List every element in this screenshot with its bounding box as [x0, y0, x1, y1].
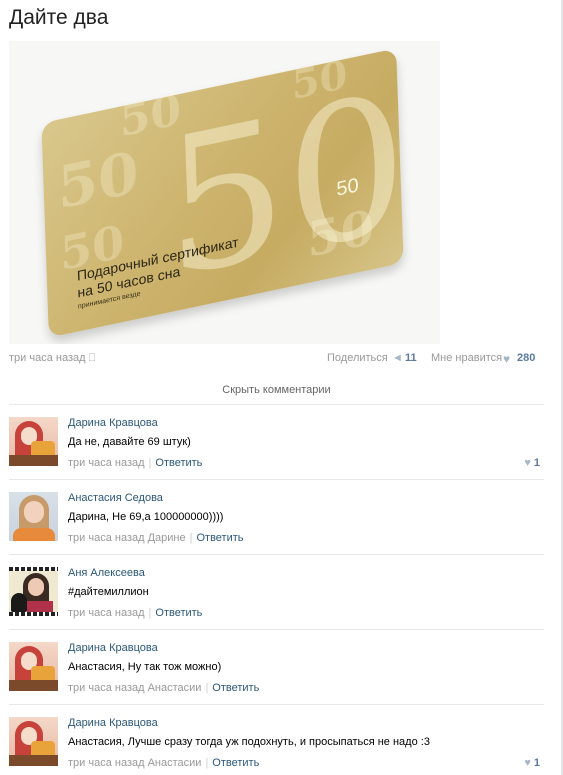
comment-author[interactable]: Аня Алексеева	[68, 567, 145, 579]
post-time[interactable]: три часа назад	[9, 352, 86, 364]
comment-like-count: 1	[533, 457, 540, 469]
comment-like[interactable]: ♥ 1	[524, 457, 540, 469]
comment-item: Дарина Кравцова Анастасия, Ну так тож мо…	[9, 630, 544, 705]
comment-footer: три часа назад Дарине | Ответить	[68, 532, 244, 544]
reply-button[interactable]: Ответить	[155, 607, 202, 619]
avatar[interactable]	[9, 717, 58, 766]
reply-button[interactable]: Ответить	[212, 682, 259, 694]
comment-footer: три часа назад Анастасии | Ответить	[68, 682, 260, 694]
apple-icon: 	[88, 352, 96, 364]
comment-item: Аня Алексеева #дайтемиллион три часа наз…	[9, 555, 544, 630]
comment-time[interactable]: три часа назад Дарине	[68, 532, 186, 544]
comment-text: Анастасия, Лучше сразу тогда уж подохнут…	[68, 736, 430, 748]
comment-like[interactable]: ♥ 1	[524, 757, 540, 769]
megaphone-icon[interactable]: ◄	[392, 352, 403, 364]
comment-time[interactable]: три часа назад	[68, 607, 145, 619]
reply-button[interactable]: Ответить	[196, 532, 243, 544]
heart-icon: ♥	[524, 757, 531, 769]
like-button[interactable]: Мне нравится	[431, 352, 502, 364]
comment-text: #дайтемиллион	[68, 586, 149, 598]
reply-button[interactable]: Ответить	[155, 457, 202, 469]
avatar[interactable]	[9, 567, 58, 616]
comment-footer: три часа назад | Ответить	[68, 607, 203, 619]
comment-time[interactable]: три часа назад Анастасии	[68, 682, 201, 694]
avatar[interactable]	[9, 417, 58, 466]
card-small-number: 50	[336, 174, 360, 201]
comment-time[interactable]: три часа назад Анастасии	[68, 757, 201, 769]
gift-card-image: 50 50 50 50 50 50 50 Подарочный сертифик…	[41, 48, 404, 338]
hide-comments-link[interactable]: Скрыть комментарии	[9, 384, 544, 396]
avatar[interactable]	[9, 642, 58, 691]
heart-icon: ♥	[524, 457, 531, 469]
heart-icon[interactable]: ♥	[503, 352, 510, 366]
post-photo[interactable]: 50 50 50 50 50 50 50 Подарочный сертифик…	[9, 41, 440, 344]
comment-footer: три часа назад | Ответить	[68, 457, 203, 469]
comment-text: Анастасия, Ну так тож можно)	[68, 661, 222, 673]
card-bg-number: 50	[56, 137, 140, 223]
avatar[interactable]	[9, 492, 58, 541]
share-count: 11	[405, 352, 417, 364]
comment-author[interactable]: Дарина Кравцова	[68, 717, 158, 729]
like-count: 280	[517, 352, 536, 364]
share-button[interactable]: Поделиться	[327, 352, 388, 364]
reply-button[interactable]: Ответить	[212, 757, 259, 769]
comment-item: Дарина Кравцова Да не, давайте 69 штук) …	[9, 405, 544, 480]
post-title: Дайте два	[9, 6, 109, 29]
comment-item: Дарина Кравцова Анастасия, Лучше сразу т…	[9, 705, 544, 775]
comment-time[interactable]: три часа назад	[68, 457, 145, 469]
comment-text: Дарина, Не 69,а 100000000))))	[68, 511, 224, 523]
comment-author[interactable]: Анастасия Седова	[68, 492, 163, 504]
post-meta: три часа назад  Поделиться ◄ 11 Мне нра…	[9, 352, 539, 368]
comment-footer: три часа назад Анастасии | Ответить	[68, 757, 260, 769]
comment-like-count: 1	[533, 757, 540, 769]
comment-text: Да не, давайте 69 штук)	[68, 436, 191, 448]
comment-item: Анастасия Седова Дарина, Не 69,а 1000000…	[9, 480, 544, 555]
comment-author[interactable]: Дарина Кравцова	[68, 642, 158, 654]
comment-author[interactable]: Дарина Кравцова	[68, 417, 158, 429]
